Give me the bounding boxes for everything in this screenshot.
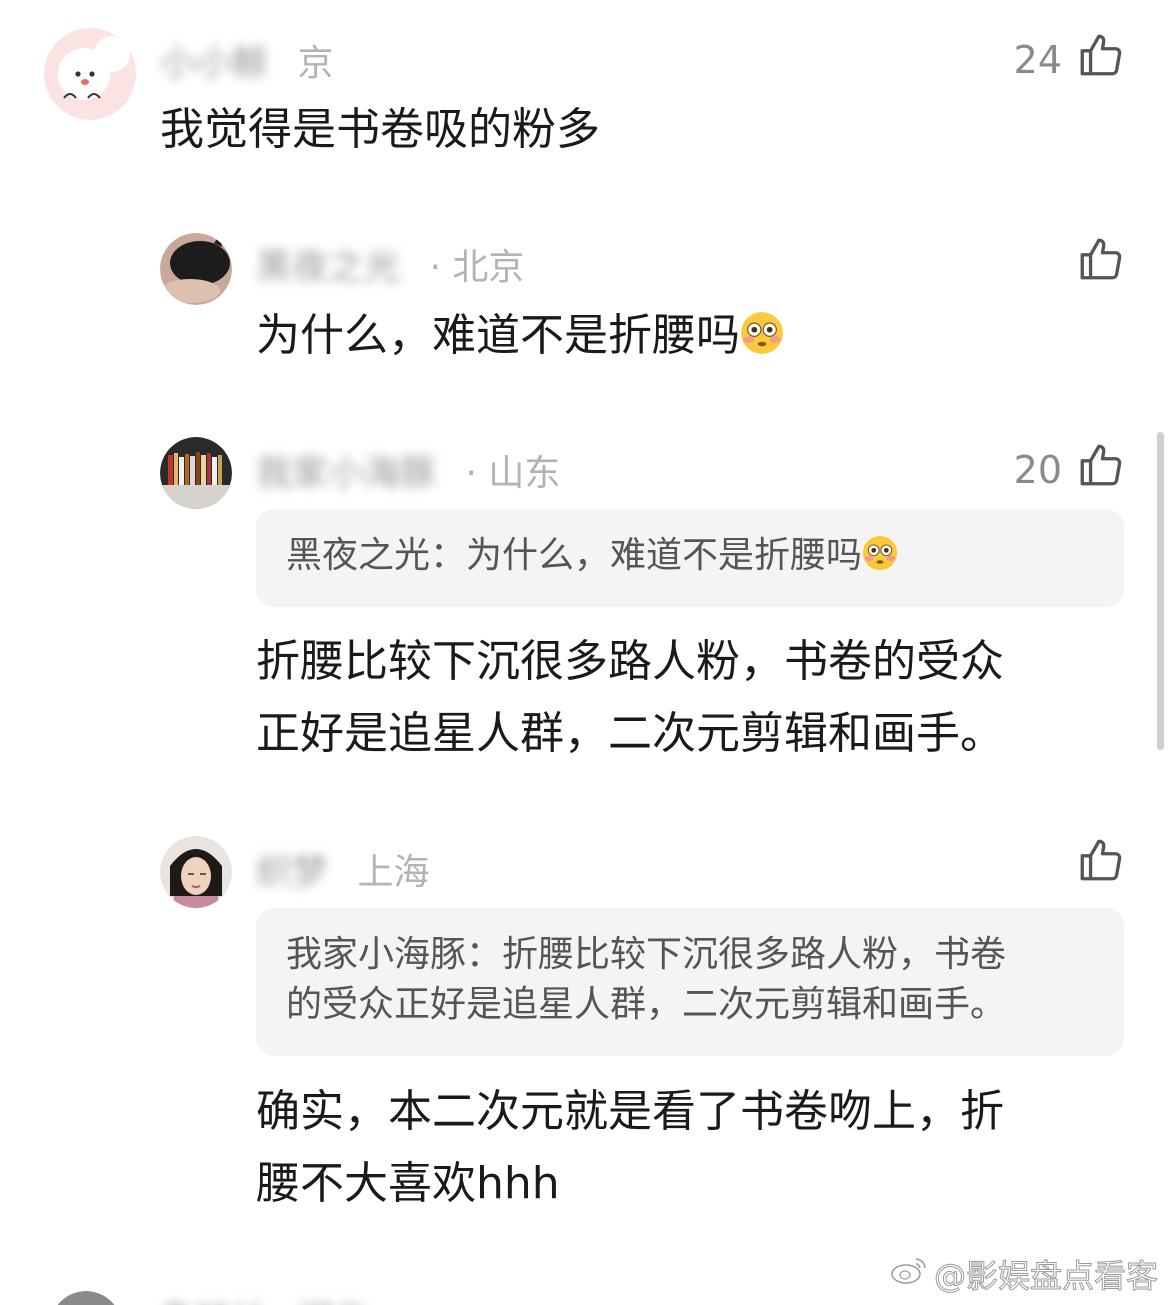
username[interactable]: 鱼味汁 xyxy=(160,1291,268,1305)
comment-text: 我觉得是书卷吸的粉多 xyxy=(160,104,600,155)
comment-item: 我家小海豚 · 山东 20 黑夜之光：为什么，难道不是折腰吗 折腰比较下沉很多路… xyxy=(0,410,1170,805)
comment-meta: 我家小海豚 · 山东 xyxy=(256,444,560,496)
comment-meta: 黑夜之光 · 北京 xyxy=(256,238,524,290)
quoted-reply[interactable]: 黑夜之光：为什么，难道不是折腰吗 xyxy=(256,509,1124,607)
quoted-reply[interactable]: 我家小海豚：折腰比较下沉很多路人粉，书卷 的受众正好是追星人群，二次元剪辑和画手… xyxy=(256,908,1124,1056)
comment-item: 小小鲸 京 24 我觉得是书卷吸的粉多 xyxy=(0,0,1170,200)
comment-thread: 小小鲸 京 24 我觉得是书卷吸的粉多 黑夜之光 · 北京 为什么，难道不是折腰… xyxy=(0,0,1170,1305)
thumbs-up-icon xyxy=(1076,440,1126,499)
location: 上海 xyxy=(357,852,430,893)
comment-item: 织梦 上海 我家小海豚：折腰比较下沉很多路人粉，书卷 的受众正好是追星人群，二次… xyxy=(0,805,1170,1265)
thumbs-up-icon xyxy=(1076,835,1126,894)
weibo-logo-icon xyxy=(890,1255,928,1293)
comment-meta: 小小鲸 京 xyxy=(160,34,333,86)
avatar[interactable] xyxy=(50,1291,122,1305)
flushed-face-emoji xyxy=(740,305,784,355)
thumbs-up-icon xyxy=(1076,30,1126,89)
comment-text: 为什么，难道不是折腰吗 xyxy=(256,300,784,372)
avatar[interactable] xyxy=(160,233,232,305)
like-count: 24 xyxy=(1013,37,1062,82)
like-button[interactable] xyxy=(1062,234,1126,293)
comment-text: 确实，本二次元就是看了书卷吻上，折 腰不大喜欢hhh xyxy=(256,1086,1004,1209)
thumbs-up-icon xyxy=(1076,234,1126,293)
location: · 北京 xyxy=(429,247,525,288)
location: 河北 xyxy=(297,1291,369,1305)
avatar[interactable] xyxy=(44,28,136,120)
username[interactable]: 小小鲸 xyxy=(160,34,268,86)
username[interactable]: 黑夜之光 xyxy=(256,238,400,290)
location: · 山东 xyxy=(465,453,561,494)
like-button[interactable] xyxy=(1062,835,1126,894)
watermark: @影娱盘点看客 xyxy=(890,1251,1159,1297)
comment-text: 折腰比较下沉很多路人粉，书卷的受众 正好是追星人群，二次元剪辑和画手。 xyxy=(256,636,1004,759)
like-button[interactable]: 24 xyxy=(1014,30,1126,89)
avatar[interactable] xyxy=(160,437,232,509)
username[interactable]: 我家小海豚 xyxy=(256,444,436,496)
location: 京 xyxy=(297,43,334,84)
username[interactable]: 织梦 xyxy=(256,843,328,895)
comment-meta: 织梦 上海 xyxy=(256,843,429,895)
avatar[interactable] xyxy=(160,836,232,908)
scrollbar[interactable] xyxy=(1157,432,1164,750)
like-button[interactable]: 20 xyxy=(1014,440,1126,499)
comment-item: 黑夜之光 · 北京 为什么，难道不是折腰吗 xyxy=(0,200,1170,410)
like-count: 20 xyxy=(1013,447,1062,492)
comment-meta: 鱼味汁 河北 xyxy=(160,1291,387,1305)
flushed-face-emoji xyxy=(862,535,898,571)
